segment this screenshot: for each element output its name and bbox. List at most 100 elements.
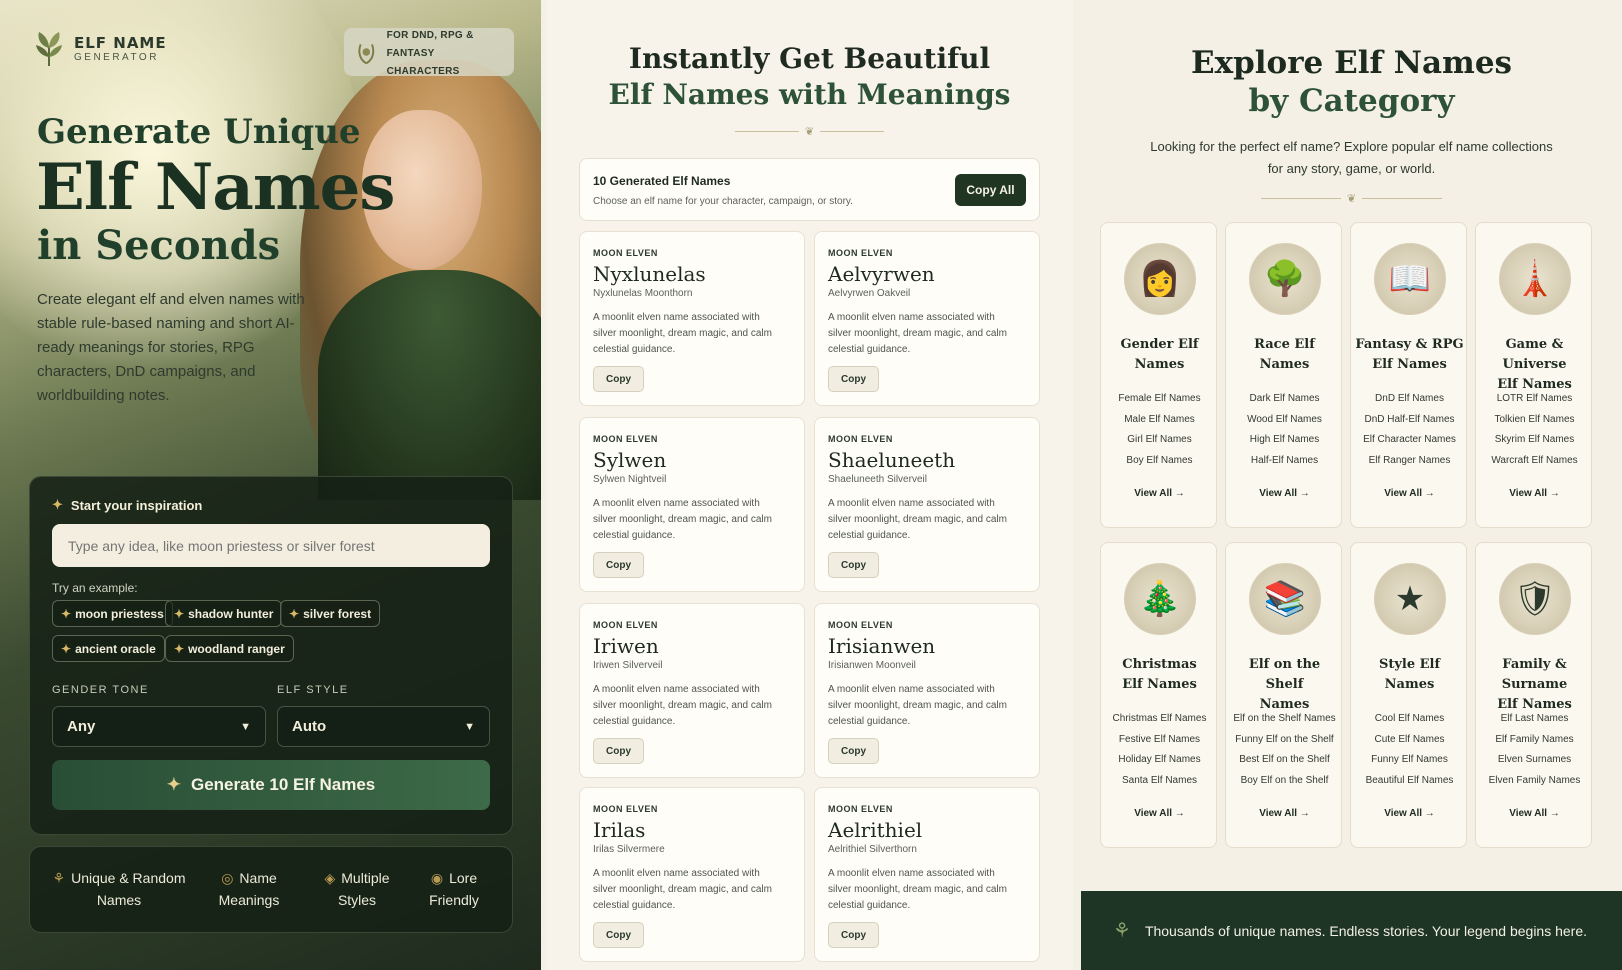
leaf-icon: ⚘ bbox=[1113, 920, 1131, 942]
badge-line-1: FOR DND, RPG & bbox=[386, 30, 474, 41]
generate-button[interactable]: ✦ Generate 10 Elf Names bbox=[52, 760, 490, 810]
example-chip-moon-priestess[interactable]: ✦ moon priestess bbox=[52, 600, 173, 627]
category-link[interactable]: Festive Elf Names bbox=[1101, 730, 1218, 751]
name-style-tag: MOON ELVEN bbox=[593, 434, 658, 444]
category-link[interactable]: Funny Elf Names bbox=[1351, 750, 1468, 771]
view-all-link[interactable]: View All → bbox=[1101, 808, 1218, 819]
category-link[interactable]: DnD Half-Elf Names bbox=[1351, 410, 1468, 431]
category-link[interactable]: Santa Elf Names bbox=[1101, 771, 1218, 792]
category-link[interactable]: Tolkien Elf Names bbox=[1476, 410, 1593, 431]
elf-style-select[interactable]: Auto ▼ bbox=[277, 706, 490, 747]
full-name: Aelvyrwen Oakveil bbox=[828, 288, 911, 299]
view-all-link[interactable]: View All → bbox=[1351, 808, 1468, 819]
inspiration-input[interactable] bbox=[52, 524, 490, 567]
copy-name-button[interactable]: Copy bbox=[828, 738, 879, 764]
category-link[interactable]: Elf Last Names bbox=[1476, 709, 1593, 730]
copy-name-button[interactable]: Copy bbox=[828, 922, 879, 948]
category-link[interactable]: Elf Character Names bbox=[1351, 430, 1468, 451]
name-card: MOON ELVEN Shaeluneeth Shaeluneeth Silverv… bbox=[814, 417, 1040, 592]
category-card[interactable]: 🌳 Race Elf Names Dark Elf Names Wood Elf Nam… bbox=[1225, 222, 1342, 528]
hero-line-2: Elf Names bbox=[36, 150, 395, 225]
category-link[interactable]: Holiday Elf Names bbox=[1101, 750, 1218, 771]
copy-name-button[interactable]: Copy bbox=[593, 922, 644, 948]
full-name: Irilas Silvermere bbox=[593, 844, 665, 855]
view-all-link[interactable]: View All → bbox=[1101, 488, 1218, 499]
category-card[interactable]: 🎄 Christmas Elf Names Christmas Elf Names Fe… bbox=[1100, 542, 1217, 848]
category-link[interactable]: Cool Elf Names bbox=[1351, 709, 1468, 730]
chip-label: shadow hunter bbox=[188, 606, 274, 621]
view-all-link[interactable]: View All → bbox=[1226, 488, 1343, 499]
gender-tone-select[interactable]: Any ▼ bbox=[52, 706, 266, 747]
sparkle-icon: ✦ bbox=[289, 606, 300, 621]
example-chip-woodland-ranger[interactable]: ✦ woodland ranger bbox=[165, 635, 294, 662]
feature-lore: ◉ Lore Friendly bbox=[414, 867, 494, 911]
category-link[interactable]: Dark Elf Names bbox=[1226, 389, 1343, 410]
leaf-icon: ⚘ bbox=[52, 870, 66, 886]
category-link[interactable]: Christmas Elf Names bbox=[1101, 709, 1218, 730]
copy-name-button[interactable]: Copy bbox=[828, 366, 879, 392]
category-link[interactable]: Girl Elf Names bbox=[1101, 430, 1218, 451]
hero-line-1: Generate Unique bbox=[37, 112, 361, 152]
category-link[interactable]: LOTR Elf Names bbox=[1476, 389, 1593, 410]
name-meaning: A moonlit elven name associated with sil… bbox=[828, 498, 1007, 541]
elf-name: Irisianwen bbox=[828, 634, 936, 658]
category-card[interactable]: ★ Style Elf Names Cool Elf Names Cute Elf Na… bbox=[1350, 542, 1467, 848]
feature-label: Friendly bbox=[429, 892, 479, 908]
generated-description: Choose an elf name for your character, c… bbox=[593, 196, 853, 207]
view-all-link[interactable]: View All → bbox=[1351, 488, 1468, 499]
tree-icon: 🌳 bbox=[1249, 243, 1321, 315]
category-link[interactable]: Wood Elf Names bbox=[1226, 410, 1343, 431]
elf-name: Irilas bbox=[593, 818, 646, 842]
category-link[interactable]: Elf on the Shelf Names bbox=[1226, 709, 1343, 730]
category-link[interactable]: Boy Elf Names bbox=[1101, 451, 1218, 472]
name-meaning: A moonlit elven name associated with sil… bbox=[828, 312, 1007, 355]
category-card[interactable]: 📚 Elf on the Shelf Names Elf on the Shelf N… bbox=[1225, 542, 1342, 848]
category-card[interactable]: 👩 Gender Elf Names Female Elf Names Male Elf… bbox=[1100, 222, 1217, 528]
copy-name-button[interactable]: Copy bbox=[593, 738, 644, 764]
category-link[interactable]: Male Elf Names bbox=[1101, 410, 1218, 431]
category-card[interactable]: 🗼 Game & Universe Elf Names LOTR Elf Names T… bbox=[1475, 222, 1592, 528]
full-name: Nyxlunelas Moonthorn bbox=[593, 288, 693, 299]
category-link[interactable]: Elven Surnames bbox=[1476, 750, 1593, 771]
compass-icon: ◈ bbox=[324, 870, 336, 886]
category-link[interactable]: Skyrim Elf Names bbox=[1476, 430, 1593, 451]
view-all-link[interactable]: View All → bbox=[1476, 488, 1593, 499]
category-link[interactable]: Elven Family Names bbox=[1476, 771, 1593, 792]
category-link[interactable]: Female Elf Names bbox=[1101, 389, 1218, 410]
category-link-list: Cool Elf Names Cute Elf Names Funny Elf Na… bbox=[1351, 709, 1468, 791]
example-chip-ancient-oracle[interactable]: ✦ ancient oracle bbox=[52, 635, 165, 662]
category-card[interactable]: 📖 Fantasy & RPG Elf Names DnD Elf Names DnD … bbox=[1350, 222, 1467, 528]
categories-panel: Explore Elf Names by Category Looking fo… bbox=[1081, 0, 1622, 970]
elf-portrait-icon: 👩 bbox=[1124, 243, 1196, 315]
category-link[interactable]: Funny Elf on the Shelf bbox=[1226, 730, 1343, 751]
gender-tone-label: GENDER TONE bbox=[52, 684, 149, 696]
elf-style-value: Auto bbox=[292, 718, 327, 735]
category-link[interactable]: Best Elf on the Shelf bbox=[1226, 750, 1343, 771]
category-link[interactable]: Cute Elf Names bbox=[1351, 730, 1468, 751]
categories-title-line-1: Explore Elf Names bbox=[1190, 45, 1513, 81]
view-all-link[interactable]: View All → bbox=[1476, 808, 1593, 819]
copy-name-button[interactable]: Copy bbox=[593, 366, 644, 392]
footer-text: Thousands of unique names. Endless stori… bbox=[1144, 922, 1588, 939]
category-title: Family & Surname Elf Names bbox=[1497, 657, 1572, 712]
example-chip-shadow-hunter[interactable]: ✦ shadow hunter bbox=[165, 600, 283, 627]
category-card[interactable]: 🛡 Family & Surname Elf Names Elf Last Names… bbox=[1475, 542, 1592, 848]
copy-name-button[interactable]: Copy bbox=[593, 552, 644, 578]
category-link[interactable]: Boy Elf on the Shelf bbox=[1226, 771, 1343, 792]
category-link[interactable]: High Elf Names bbox=[1226, 430, 1343, 451]
name-style-tag: MOON ELVEN bbox=[828, 434, 893, 444]
category-link[interactable]: DnD Elf Names bbox=[1351, 389, 1468, 410]
category-link[interactable]: Beautiful Elf Names bbox=[1351, 771, 1468, 792]
category-link[interactable]: Warcraft Elf Names bbox=[1476, 451, 1593, 472]
category-link[interactable]: Half-Elf Names bbox=[1226, 451, 1343, 472]
copy-name-button[interactable]: Copy bbox=[828, 552, 879, 578]
brand-logo[interactable]: ELF NAME GENERATOR bbox=[32, 30, 167, 68]
category-link[interactable]: Elf Ranger Names bbox=[1351, 451, 1468, 472]
example-chip-silver-forest[interactable]: ✦ silver forest bbox=[280, 600, 381, 627]
inspiration-form: ✦Start your inspiration Try an example: … bbox=[29, 476, 513, 835]
copy-all-button[interactable]: Copy All bbox=[955, 174, 1026, 206]
feature-unique: ⚘ Unique & Random Names bbox=[44, 867, 194, 911]
category-link[interactable]: Elf Family Names bbox=[1476, 730, 1593, 751]
view-all-link[interactable]: View All → bbox=[1226, 808, 1343, 819]
elf-style-label: ELF STYLE bbox=[277, 684, 349, 696]
